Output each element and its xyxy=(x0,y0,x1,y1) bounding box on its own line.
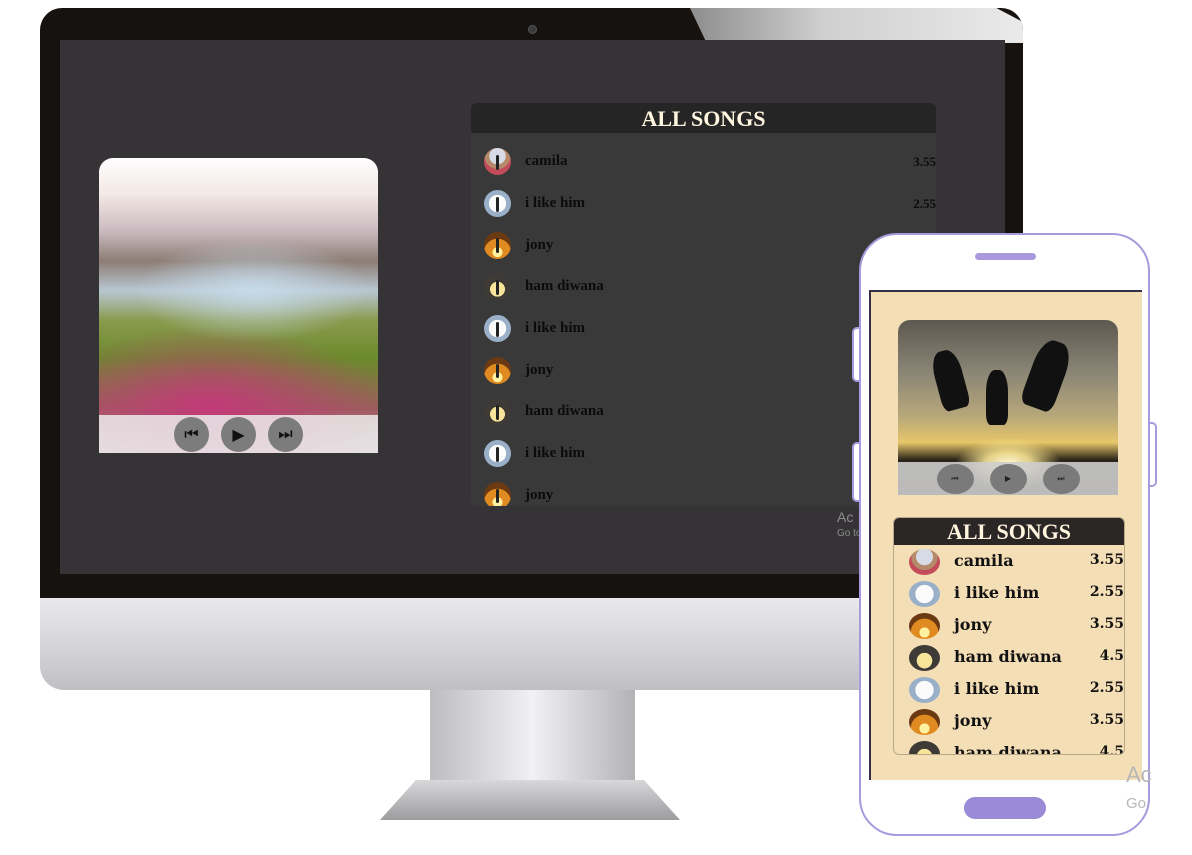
song-thumbnail xyxy=(484,440,511,468)
song-thumbnail xyxy=(484,231,511,259)
skip-previous-button[interactable]: ⏮ xyxy=(936,463,974,494)
song-thumbnail xyxy=(484,190,511,218)
list-header: ALL SONGS xyxy=(894,518,1124,545)
song-duration: 4.5 xyxy=(1099,744,1124,755)
camera-icon xyxy=(528,25,537,34)
song-row[interactable]: i like him 2.55 xyxy=(894,577,1124,609)
player-controls: ⏮ ▶ ⏭ xyxy=(99,415,378,453)
song-thumbnail xyxy=(909,581,940,607)
phone-speaker xyxy=(975,253,1036,260)
song-title: i like him xyxy=(954,679,1040,698)
song-duration: 2.55 xyxy=(1089,584,1124,600)
song-thumbnail xyxy=(909,645,940,671)
skip-previous-icon: ⏮ xyxy=(184,424,199,443)
song-row[interactable]: jony 3.55 xyxy=(894,609,1124,641)
song-thumbnail xyxy=(484,481,511,506)
song-thumbnail xyxy=(484,273,511,301)
song-title: jony xyxy=(954,615,992,634)
song-title: ham diwana xyxy=(525,278,604,295)
list-header: ALL SONGS xyxy=(471,103,936,133)
song-title: ham diwana xyxy=(954,647,1062,666)
desktop-player-card: ⏮ ▶ ⏭ xyxy=(99,158,378,453)
mobile-screen: ⏮ ▶ ⏭ ALL SONGS camila 3.55 i like him 2.55… xyxy=(869,290,1142,780)
watermark-line2: Go to xyxy=(837,528,862,539)
play-icon: ▶ xyxy=(1004,474,1012,483)
song-thumbnail xyxy=(909,677,940,703)
imac-stand-neck xyxy=(430,690,635,785)
song-row[interactable]: i like him 2.55 xyxy=(894,673,1124,705)
song-thumbnail xyxy=(484,356,511,384)
song-rows: camila 3.55 i like him 2.55 jony 3.55 ham diwa… xyxy=(894,545,1124,755)
song-thumbnail xyxy=(484,398,511,426)
mobile-song-list[interactable]: ALL SONGS camila 3.55 i like him 2.55 jony 3.… xyxy=(893,517,1125,755)
song-title: camila xyxy=(954,551,1014,570)
skip-next-icon: ⏭ xyxy=(278,424,293,443)
song-row[interactable]: jony 3.55 xyxy=(894,705,1124,737)
player-controls: ⏮ ▶ ⏭ xyxy=(898,462,1118,495)
skip-next-button[interactable]: ⏭ xyxy=(268,416,303,452)
song-title: ham diwana xyxy=(954,743,1062,755)
song-duration: 3.55 xyxy=(1089,712,1124,728)
skip-next-button[interactable]: ⏭ xyxy=(1042,463,1080,494)
play-icon: ▶ xyxy=(232,424,245,444)
song-title: i like him xyxy=(954,583,1040,602)
song-thumbnail xyxy=(909,709,940,735)
song-title: jony xyxy=(525,361,554,378)
song-title: i like him xyxy=(525,445,586,462)
activate-watermark: Ac Go xyxy=(1126,762,1152,812)
song-title: jony xyxy=(954,711,992,730)
song-thumbnail xyxy=(909,613,940,639)
song-title: jony xyxy=(525,236,554,253)
song-row[interactable]: camila 3.55 xyxy=(471,141,936,183)
watermark-line2: Go xyxy=(1126,795,1147,812)
album-art xyxy=(99,158,378,453)
imac-stand-foot xyxy=(380,780,680,820)
song-row[interactable]: i like him 2.55 xyxy=(471,183,936,225)
song-row[interactable]: ham diwana 4.5 xyxy=(894,641,1124,673)
skip-previous-icon: ⏮ xyxy=(951,473,959,483)
song-duration: 3.55 xyxy=(913,153,936,169)
skip-previous-button[interactable]: ⏮ xyxy=(174,416,209,452)
song-row[interactable]: camila 3.55 xyxy=(894,545,1124,577)
watermark-line1: Ac xyxy=(1126,762,1152,787)
play-button[interactable]: ▶ xyxy=(989,463,1027,494)
song-thumbnail xyxy=(909,549,940,575)
song-thumbnail xyxy=(484,148,511,176)
song-duration: 2.55 xyxy=(1089,680,1124,696)
mobile-player-card: ⏮ ▶ ⏭ xyxy=(898,320,1118,495)
song-title: camila xyxy=(525,153,568,170)
song-duration: 4.5 xyxy=(1099,648,1124,664)
song-title: ham diwana xyxy=(525,403,604,420)
song-thumbnail xyxy=(909,741,940,754)
song-title: i like him xyxy=(525,195,586,212)
activate-watermark: Ac Go to xyxy=(837,510,861,539)
imac-glare xyxy=(690,8,1023,43)
skip-next-icon: ⏭ xyxy=(1057,473,1065,483)
song-title: jony xyxy=(525,486,554,503)
song-duration: 3.55 xyxy=(1089,616,1124,632)
song-title: i like him xyxy=(525,320,586,337)
watermark-line1: Ac xyxy=(837,509,854,525)
play-button[interactable]: ▶ xyxy=(221,416,256,452)
phone-home-button[interactable] xyxy=(964,797,1046,819)
song-duration: 2.55 xyxy=(913,195,936,211)
song-duration: 3.55 xyxy=(1089,552,1124,568)
song-thumbnail xyxy=(484,315,511,343)
song-row[interactable]: ham diwana 4.5 xyxy=(894,737,1124,755)
